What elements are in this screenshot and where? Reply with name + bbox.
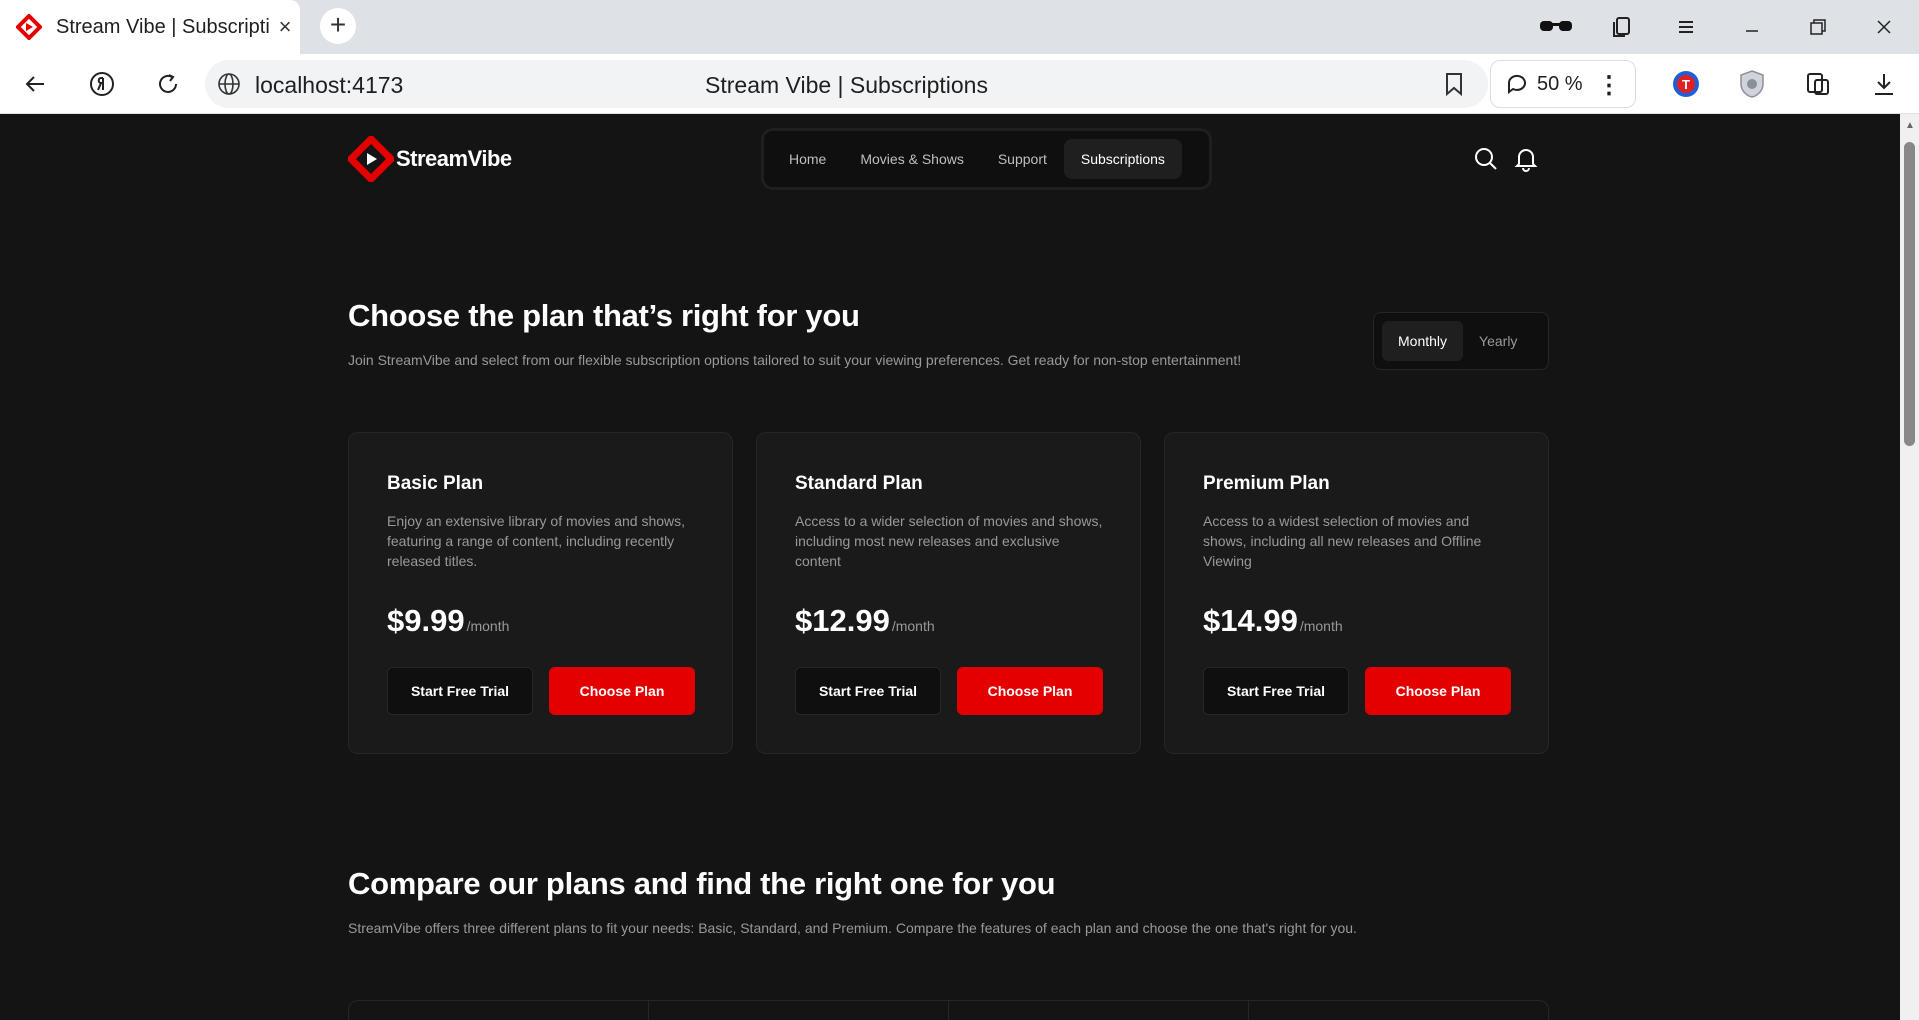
shield-extension-icon[interactable] [1732, 64, 1772, 104]
new-tab-button[interactable]: + [320, 8, 356, 44]
download-icon[interactable] [1864, 64, 1904, 104]
plan-name: Premium Plan [1203, 473, 1330, 494]
compare-subtitle: StreamVibe offers three different plans … [348, 920, 1357, 936]
close-window-icon[interactable] [1856, 0, 1912, 54]
page-scrollbar[interactable]: ▲ [1900, 114, 1919, 1020]
nav-movies-shows[interactable]: Movies & Shows [843, 139, 980, 179]
scrollbar-thumb[interactable] [1904, 142, 1915, 446]
minimize-icon[interactable] [1724, 0, 1780, 54]
choose-plan-button[interactable]: Choose Plan [1365, 667, 1511, 715]
plan-card-premium: Premium Plan Access to a widest selectio… [1164, 432, 1549, 754]
choose-plan-button[interactable]: Choose Plan [957, 667, 1103, 715]
back-icon[interactable] [16, 64, 56, 104]
reload-icon[interactable] [148, 64, 188, 104]
start-free-trial-button[interactable]: Start Free Trial [795, 667, 941, 715]
svg-text:T: T [1682, 77, 1690, 92]
price-amount: $9.99 [387, 603, 465, 638]
site-logo[interactable]: StreamVibe [348, 136, 512, 182]
table-column [949, 1001, 1249, 1020]
billing-yearly-tab[interactable]: Yearly [1463, 321, 1533, 361]
reader-mode-icon[interactable] [1528, 0, 1584, 54]
price-amount: $12.99 [795, 603, 890, 638]
plan-description: Access to a wider selection of movies an… [795, 513, 1103, 569]
start-free-trial-button[interactable]: Start Free Trial [387, 667, 533, 715]
price-period: /month [1299, 618, 1343, 634]
clipboard-extension-icon[interactable] [1798, 64, 1838, 104]
zoom-level: 50 % [1537, 72, 1583, 95]
comparison-table [348, 1000, 1549, 1020]
bookmark-icon[interactable] [1440, 70, 1468, 98]
plan-name: Basic Plan [387, 473, 484, 494]
chat-zoom-icon [1507, 74, 1526, 94]
more-options-icon[interactable]: ⋮ [1597, 71, 1621, 100]
plan-name: Standard Plan [795, 473, 923, 494]
collections-icon[interactable] [1594, 0, 1650, 54]
plans-subtitle: Join StreamVibe and select from our flex… [348, 352, 1242, 368]
browser-tab[interactable]: Stream Vibe | Subscriptions × [0, 0, 300, 54]
choose-plan-button[interactable]: Choose Plan [549, 667, 695, 715]
page-content: StreamVibe Home Movies & Shows Support S… [0, 114, 1900, 1020]
nav-support[interactable]: Support [981, 139, 1064, 179]
url-text[interactable]: localhost:4173 [255, 72, 403, 99]
menu-icon[interactable] [1658, 0, 1714, 54]
globe-icon [218, 73, 240, 95]
streamvibe-logo-icon [348, 136, 394, 182]
table-column [349, 1001, 649, 1020]
search-icon[interactable] [1473, 146, 1499, 172]
price-amount: $14.99 [1203, 603, 1298, 638]
logo-text: StreamVibe [396, 146, 512, 171]
price-period: /month [466, 618, 510, 634]
plan-price: $12.99/month [795, 603, 935, 639]
nav-subscriptions[interactable]: Subscriptions [1063, 139, 1182, 179]
billing-toggle: Monthly Yearly [1373, 312, 1549, 370]
plan-price: $14.99/month [1203, 603, 1343, 639]
plan-description: Enjoy an extensive library of movies and… [387, 513, 686, 569]
close-tab-icon[interactable]: × [270, 14, 300, 40]
browser-toolbar: localhost:4173 Stream Vibe | Subscriptio… [0, 54, 1919, 114]
yandex-home-icon[interactable] [82, 64, 122, 104]
zoom-control[interactable]: 50 % ⋮ [1490, 60, 1636, 108]
main-navigation: Home Movies & Shows Support Subscription… [761, 128, 1212, 190]
price-period: /month [891, 618, 935, 634]
billing-monthly-tab[interactable]: Monthly [1382, 321, 1464, 361]
translate-extension-icon[interactable]: T [1666, 64, 1706, 104]
scroll-up-icon[interactable]: ▲ [1905, 120, 1915, 131]
address-bar[interactable]: localhost:4173 Stream Vibe | Subscriptio… [205, 60, 1488, 108]
streamvibe-favicon-icon [16, 14, 42, 40]
plans-heading: Choose the plan that’s right for you [348, 298, 860, 333]
tab-title: Stream Vibe | Subscriptions [56, 15, 270, 38]
restore-icon[interactable] [1790, 0, 1846, 54]
nav-home[interactable]: Home [772, 139, 843, 179]
plan-description: Access to a widest selection of movies a… [1203, 513, 1482, 569]
browser-tab-bar: Stream Vibe | Subscriptions × + [0, 0, 1919, 54]
table-column [649, 1001, 949, 1020]
start-free-trial-button[interactable]: Start Free Trial [1203, 667, 1349, 715]
compare-heading: Compare our plans and find the right one… [348, 866, 1056, 901]
table-column [1249, 1001, 1548, 1020]
plan-card-standard: Standard Plan Access to a wider selectio… [756, 432, 1141, 754]
plan-card-basic: Basic Plan Enjoy an extensive library of… [348, 432, 733, 754]
bell-icon[interactable] [1513, 146, 1539, 172]
plan-price: $9.99/month [387, 603, 509, 639]
